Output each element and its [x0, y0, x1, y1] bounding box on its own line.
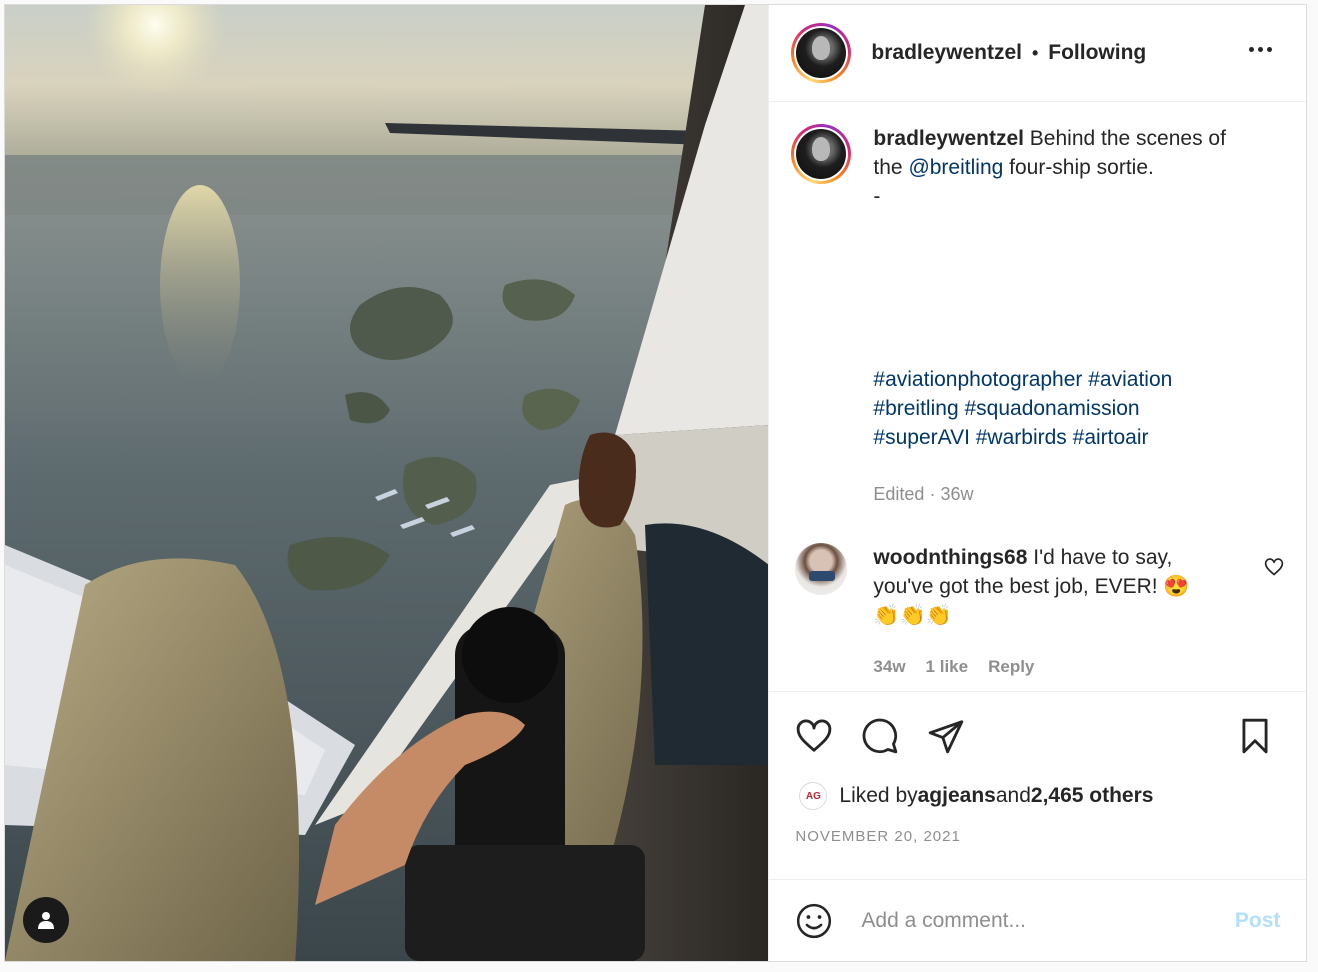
- liker-avatar[interactable]: AG: [799, 782, 828, 810]
- likes-prefix: Liked by: [839, 784, 918, 807]
- braille-line: ⠀⠀⠀⠀⠀⠀⠀⠀⠀⠀⠀⠀⠀⠀⠀⠀⠀⠀⠀ ⠀⠀⠀⠀⠀⠀⠀⠀⠀⠀⠀⠀⠀⠀⠀⠀⠀⠀⠀: [873, 315, 1201, 330]
- caption-dash: -: [873, 185, 881, 208]
- caption-hashtags: #aviationphotographer #aviation #breitli…: [873, 365, 1253, 452]
- smiley-icon[interactable]: [795, 902, 833, 940]
- hashtag-link[interactable]: #squadonamission: [964, 397, 1139, 420]
- heart-icon[interactable]: [795, 717, 833, 755]
- hashtag-link[interactable]: #aviationphotographer: [873, 368, 1082, 391]
- hashtag-link[interactable]: #warbirds: [976, 426, 1067, 449]
- comment-input[interactable]: [859, 908, 1204, 934]
- comment-emoji-line: 👏👏👏: [873, 604, 952, 627]
- following-button[interactable]: Following: [1048, 41, 1146, 65]
- post-sidebar: bradleywentzel • Following bradleywentze…: [768, 5, 1307, 962]
- post-card: bradleywentzel • Following bradleywentze…: [4, 4, 1307, 962]
- comment-body: woodnthings68 I'd have to say, you've go…: [873, 543, 1223, 681]
- caption: bradleywentzel Behind the scenes of the …: [769, 102, 1306, 509]
- comment-reply-button[interactable]: Reply: [988, 652, 1034, 681]
- paper-plane-icon[interactable]: [927, 717, 965, 755]
- comment-meta: 34w 1 like Reply: [873, 652, 1223, 681]
- caption-username[interactable]: bradleywentzel: [873, 127, 1024, 150]
- braille-line: ⠀⠀⠀⠀⠀⠀⠀⠀⠀⠀⠀⠀⠀⠀⠀⠀⠀⠀⠀ ⠀⠀⠀⠀⠀⠀⠀⠀⠀⠀⠀⠀⠀⠀⠀⠀⠀⠀⠀: [873, 259, 1201, 274]
- commenter-avatar[interactable]: [795, 543, 848, 595]
- author-avatar[interactable]: [791, 23, 852, 83]
- hashtag-link[interactable]: #airtoair: [1073, 426, 1149, 449]
- author-username[interactable]: bradleywentzel: [871, 41, 1022, 65]
- hashtag-link[interactable]: #superAVI: [873, 426, 970, 449]
- comment-likes[interactable]: 1 like: [926, 652, 969, 681]
- caption-text: bradleywentzel Behind the scenes of the …: [873, 124, 1253, 509]
- likes-middle: and: [995, 784, 1031, 807]
- person-icon: [38, 912, 54, 929]
- liker-username[interactable]: agjeans: [918, 784, 996, 808]
- post-comment-button[interactable]: Post: [1235, 909, 1281, 933]
- bookmark-icon[interactable]: [1238, 717, 1272, 755]
- caption-braille-block: ⠀⠀⠀⠀⠀⠀⠀⠀⠀⠀⠀⠀⠀⠀⠀⠀⠀⠀⠀ ⠀⠀⠀⠀⠀⠀⠀⠀⠀⠀⠀⠀⠀⠀⠀⠀⠀⠀⠀ …: [873, 225, 1253, 337]
- hashtag-link[interactable]: #breitling: [873, 397, 958, 420]
- add-comment-bar: Post: [769, 879, 1307, 962]
- hashtag-link[interactable]: #aviation: [1088, 368, 1172, 391]
- caption-avatar[interactable]: [791, 124, 852, 184]
- post-photo[interactable]: [5, 5, 769, 961]
- comment-age[interactable]: 34w: [873, 652, 905, 681]
- caption-mention[interactable]: @breitling: [908, 156, 1003, 179]
- likes-summary[interactable]: AG Liked by agjeans and 2,465 others: [769, 756, 1306, 810]
- comment-bubble-icon[interactable]: [861, 717, 899, 755]
- braille-line: ⠀⠀⠀⠀⠀⠀⠀⠀⠀⠀⠀⠀⠀⠀⠀⠀⠀⠀⠀ ⠀⠀⠀⠀⠀⠀⠀⠀⠀⠀⠀⠀⠀⠀⠀⠀⠀⠀⠀: [873, 287, 1201, 302]
- comments-section[interactable]: bradleywentzel Behind the scenes of the …: [769, 102, 1306, 691]
- post-header: bradleywentzel • Following: [769, 5, 1306, 102]
- caption-edited-time: Edited · 36w: [873, 484, 974, 504]
- post-date[interactable]: NOVEMBER 20, 2021: [769, 810, 1306, 845]
- comment-heart-icon[interactable]: [1264, 557, 1284, 582]
- caption-text-after: four-ship sortie.: [1003, 156, 1154, 179]
- likes-count[interactable]: 2,465 others: [1031, 784, 1154, 808]
- photo-illustration: [5, 5, 769, 961]
- header-separator: •: [1031, 42, 1039, 63]
- braille-line: ⠀⠀⠀⠀⠀⠀⠀⠀⠀⠀⠀⠀⠀⠀⠀⠀⠀⠀⠀ ⠀⠀⠀⠀⠀⠀⠀⠀⠀⠀⠀⠀⠀⠀⠀⠀⠀⠀⠀: [873, 231, 1201, 246]
- commenter-username[interactable]: woodnthings68: [873, 546, 1027, 569]
- user-tags-button[interactable]: [23, 897, 69, 943]
- post-actions: AG Liked by agjeans and 2,465 others NOV…: [769, 691, 1307, 882]
- comment-item: woodnthings68 I'd have to say, you've go…: [769, 509, 1306, 681]
- more-options-icon[interactable]: [1249, 43, 1272, 56]
